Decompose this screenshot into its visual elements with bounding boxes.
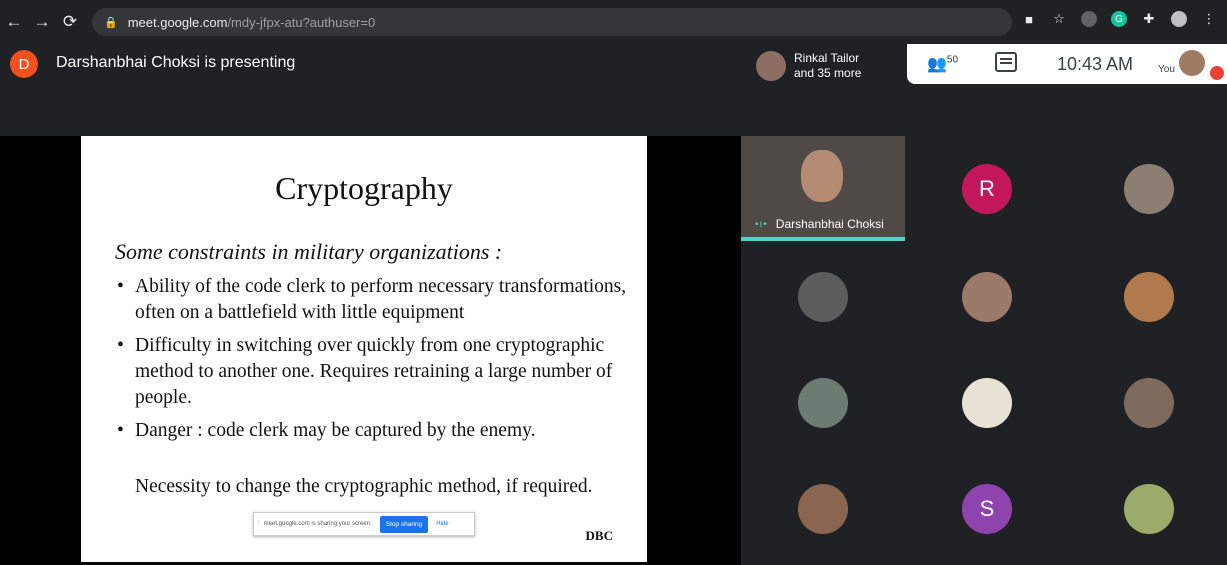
reload-icon[interactable]: ⟳ [56, 12, 84, 32]
participant-tile-active-speaker[interactable]: •ı• Darshanbhai Choksi [741, 136, 905, 241]
participant-grid: •ı• Darshanbhai Choksi R S [741, 136, 1227, 565]
slide-footer: DBC [585, 528, 613, 543]
avatar [962, 378, 1012, 428]
url-path: /mdy-jfpx-atu?authuser=0 [227, 14, 376, 30]
participants-chip-text: Rinkal Tailor and 35 more [794, 51, 861, 81]
self-video-thumbnail[interactable] [1179, 50, 1205, 76]
participant-tile[interactable]: R [905, 136, 1069, 241]
profile-icon[interactable] [1171, 11, 1187, 27]
camera-icon[interactable]: ■ [1021, 11, 1037, 27]
participants-chip[interactable]: Rinkal Tailor and 35 more [752, 46, 904, 86]
avatar [1124, 272, 1174, 322]
speaking-indicator-icon: •ı• [755, 218, 768, 230]
participant-tile[interactable] [741, 456, 905, 561]
address-bar[interactable]: 🔒 meet.google.com /mdy-jfpx-atu?authuser… [92, 8, 1012, 36]
participants-chip-more: and 35 more [794, 66, 862, 80]
meeting-clock: 10:43 AM [1057, 54, 1134, 74]
browser-toolbar: ← → ⟳ 🔒 meet.google.com /mdy-jfpx-atu?au… [0, 0, 1227, 44]
meeting-controls-panel: 👥50 10:43 AM You [907, 44, 1227, 84]
presenting-status: Darshanbhai Choksi is presenting [56, 54, 296, 71]
chat-icon[interactable] [995, 52, 1017, 72]
slide-continuation-text: Necessity to change the cryptographic me… [135, 476, 593, 497]
participant-tile[interactable] [1067, 244, 1227, 349]
shared-slide: Cryptography Some constraints in militar… [81, 136, 647, 562]
avatar [798, 484, 848, 534]
extension-icons: ■ ☆ G ✚ ⋮ [1021, 11, 1217, 27]
avatar: S [962, 484, 1012, 534]
participant-tile[interactable] [741, 350, 905, 455]
slide-title: Cryptography [275, 170, 453, 206]
back-arrow-icon[interactable]: ← [0, 12, 28, 32]
participant-name-label: Darshanbhai Choksi [775, 217, 884, 231]
forward-arrow-icon[interactable]: → [28, 12, 56, 32]
meet-header: D Darshanbhai Choksi is presenting Rinka… [0, 44, 1227, 136]
avatar [1124, 378, 1174, 428]
participant-tile[interactable]: S [905, 456, 1069, 561]
slide-bullet-list: Ability of the code clerk to perform nec… [115, 274, 635, 451]
extension-icon[interactable] [1081, 11, 1097, 27]
grammarly-icon[interactable]: G [1111, 11, 1127, 27]
kebab-menu-icon[interactable]: ⋮ [1201, 11, 1217, 27]
people-icon: 👥 [927, 56, 947, 73]
stop-sharing-button[interactable]: Stop sharing [379, 515, 429, 533]
avatar [962, 272, 1012, 322]
avatar [798, 378, 848, 428]
slide-bullet: Danger : code clerk may be captured by t… [115, 418, 635, 444]
participant-tile[interactable] [1067, 350, 1227, 455]
slide-subtitle: Some constraints in military organizatio… [115, 239, 503, 264]
presentation-stage: Cryptography Some constraints in militar… [0, 136, 741, 565]
participant-count: 50 [946, 54, 959, 66]
avatar [756, 51, 786, 81]
people-button[interactable]: 👥50 [927, 54, 958, 74]
url-host: meet.google.com [127, 14, 228, 30]
avatar [1124, 164, 1174, 214]
participant-tile[interactable] [741, 244, 905, 349]
participant-tile[interactable] [905, 350, 1069, 455]
hide-button[interactable]: Hide [436, 521, 448, 527]
avatar [1124, 484, 1174, 534]
share-notice-text: meet.google.com is sharing your screen. [263, 521, 372, 527]
participant-tile[interactable] [1067, 456, 1227, 561]
avatar: R [962, 164, 1012, 214]
participant-name: •ı• Darshanbhai Choksi [755, 217, 884, 231]
puzzle-extensions-icon[interactable]: ✚ [1141, 11, 1157, 27]
mic-off-icon [1210, 66, 1224, 80]
slide-bullet: Difficulty in switching over quickly fro… [115, 333, 635, 411]
you-label: You [1158, 64, 1175, 75]
participants-chip-name: Rinkal Tailor [794, 51, 860, 65]
participant-tile[interactable] [1067, 136, 1227, 241]
presenter-avatar: D [10, 50, 38, 78]
screen-share-notice: ⁞ meet.google.com is sharing your screen… [253, 512, 475, 536]
drag-handle-icon[interactable]: ⁞ [258, 521, 260, 527]
avatar [798, 272, 848, 322]
bookmark-star-icon[interactable]: ☆ [1051, 11, 1067, 27]
participant-tile[interactable] [905, 244, 1069, 349]
lock-icon: 🔒 [104, 16, 118, 29]
slide-bullet: Ability of the code clerk to perform nec… [115, 274, 635, 326]
participant-video [801, 150, 843, 202]
